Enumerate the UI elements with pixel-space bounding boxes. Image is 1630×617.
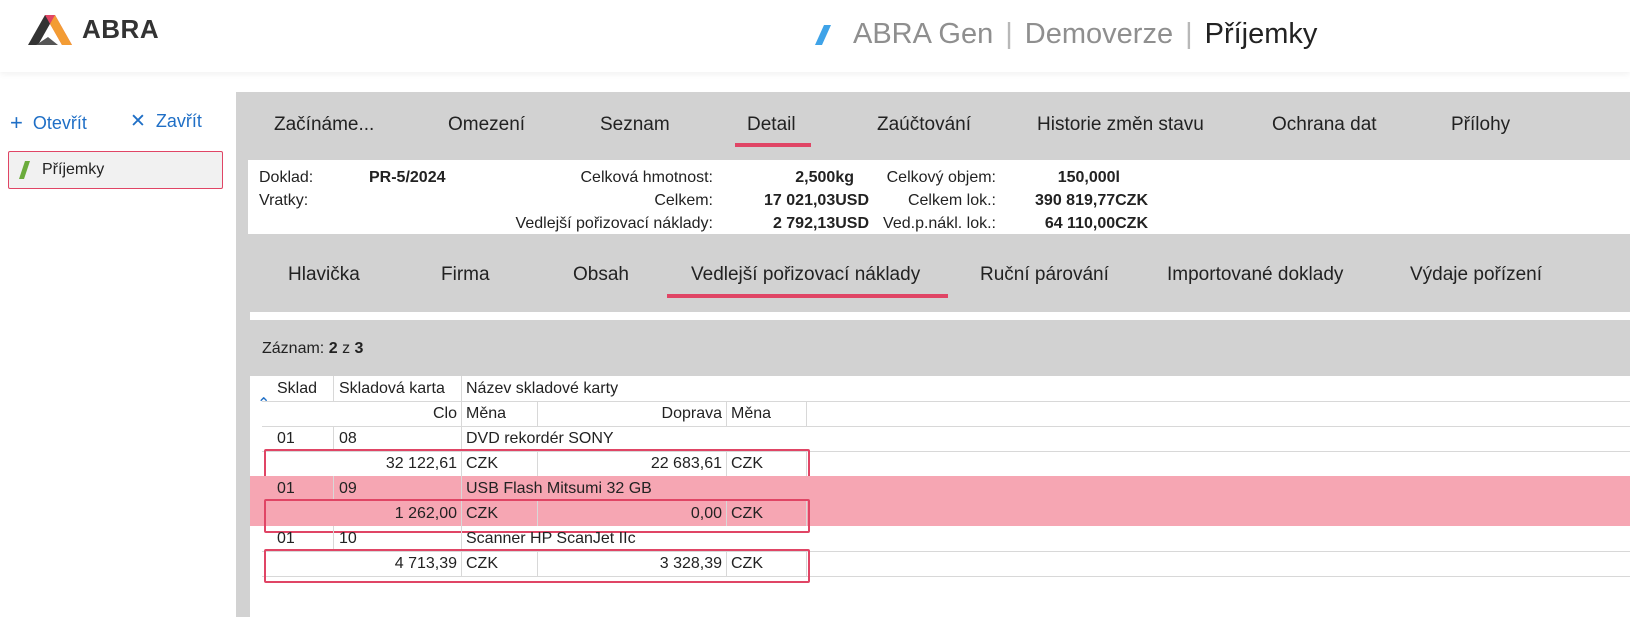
title-separator-1: | <box>1005 18 1013 50</box>
abra-logo: ABRA <box>28 14 159 45</box>
celkem-value: 17 021,03USD <box>764 192 869 209</box>
hmotnost-label: Celková hmotnost: <box>580 169 713 186</box>
col-divider <box>333 526 334 551</box>
table-row[interactable]: 01 10 Scanner HP ScanJet IIc <box>250 526 1630 551</box>
app-title: ABRA Gen | Demoverze | Příjemky <box>815 18 1317 51</box>
agenda-tab-prijemky[interactable]: Příjemky <box>8 151 223 189</box>
vpn-label: Vedlejší pořizovací náklady: <box>515 215 713 232</box>
record-total: 3 <box>354 340 364 357</box>
page-title: Příjemky <box>1204 18 1318 50</box>
col-divider <box>333 376 334 401</box>
col-header-nazev[interactable]: Název skladové karty <box>466 376 618 401</box>
col-divider <box>333 426 334 451</box>
tab-historie[interactable]: Historie změn stavu <box>1037 114 1204 136</box>
sub-tabs: Hlavička Firma Obsah Vedlejší pořizovací… <box>236 234 1630 312</box>
brand-slash-icon <box>815 24 831 45</box>
close-button[interactable]: ✕ Zavřít <box>130 110 202 133</box>
cell-nazev: DVD rekordér SONY <box>466 430 614 447</box>
vpn-lok-value: 64 110,00CZK <box>1044 215 1148 232</box>
logo-text: ABRA <box>82 14 160 44</box>
cell-nazev: USB Flash Mitsumi 32 GB <box>466 480 652 497</box>
col-divider <box>461 426 462 451</box>
col-divider <box>806 401 807 426</box>
cell-karta: 10 <box>339 530 357 547</box>
col-header-doprava[interactable]: Doprava <box>540 401 722 426</box>
vpn-lok-label: Ved.p.nákl. lok.: <box>883 215 996 232</box>
cell-karta: 09 <box>339 480 357 497</box>
col-divider <box>333 476 334 501</box>
record-of: z <box>342 340 351 357</box>
col-divider <box>461 526 462 551</box>
record-bar: Záznam: 2 z 3 <box>250 320 1630 376</box>
tab-seznam[interactable]: Seznam <box>600 114 670 136</box>
table-row-selected[interactable]: 01 09 USB Flash Mitsumi 32 GB <box>250 476 1630 501</box>
title-separator-2: | <box>1185 18 1193 50</box>
doklad-label: Doklad: <box>259 169 314 186</box>
tab-detail[interactable]: Detail <box>747 114 796 136</box>
active-subtab-indicator <box>667 294 948 298</box>
vratky-label: Vratky: <box>259 192 309 209</box>
col-header-skladova-karta[interactable]: Skladová karta <box>339 376 445 401</box>
col-divider <box>461 376 462 401</box>
left-panel: + Otevřít ✕ Zavřít Příjemky <box>0 92 236 617</box>
tab-ochrana-dat[interactable]: Ochrana dat <box>1272 114 1377 136</box>
objem-label: Celkový objem: <box>886 169 996 186</box>
tab-vedlejsi-porizovaci-naklady[interactable]: Vedlejší pořizovací náklady <box>691 264 920 286</box>
celkem-label: Celkem: <box>654 192 713 209</box>
col-divider <box>726 401 727 426</box>
cell-sklad: 01 <box>277 430 295 447</box>
objem-value: 150,000l <box>1057 169 1120 186</box>
tab-prilohy[interactable]: Přílohy <box>1451 114 1510 136</box>
edition-name: Demoverze <box>1024 18 1174 50</box>
main-area: Začínáme... Omezení Seznam Detail Zaúčto… <box>236 92 1630 617</box>
grid-header-row-2: Clo Měna Doprava Měna <box>250 401 1630 426</box>
tab-obsah[interactable]: Obsah <box>573 264 629 286</box>
col-header-mena-1[interactable]: Měna <box>466 401 506 426</box>
open-button[interactable]: + Otevřít <box>10 110 87 136</box>
tab-omezeni[interactable]: Omezení <box>448 114 525 136</box>
cell-sklad: 01 <box>277 530 295 547</box>
agenda-stripe-icon <box>19 161 30 179</box>
close-icon: ✕ <box>130 111 146 132</box>
tab-rucni-parovani[interactable]: Ruční párování <box>980 264 1109 286</box>
col-header-mena-2[interactable]: Měna <box>731 401 771 426</box>
celkem-lok-value: 390 819,77CZK <box>1035 192 1148 209</box>
table-row[interactable]: 01 08 DVD rekordér SONY <box>250 426 1630 451</box>
main-tabs: Začínáme... Omezení Seznam Detail Zaúčto… <box>236 92 1630 160</box>
highlight-box <box>264 549 810 583</box>
tab-zaciname[interactable]: Začínáme... <box>274 114 374 136</box>
tab-firma[interactable]: Firma <box>441 264 490 286</box>
hmotnost-value: 2,500kg <box>795 169 854 186</box>
col-header-clo[interactable]: Clo <box>262 401 457 426</box>
record-label: Záznam: <box>262 340 325 357</box>
open-label: Otevřít <box>32 112 87 133</box>
abra-logo-icon <box>28 14 72 45</box>
vpn-value: 2 792,13USD <box>772 215 869 232</box>
cell-sklad: 01 <box>277 480 295 497</box>
grid-panel: Záznam: 2 z 3 ⌃ Sklad Skladová karta Náz… <box>250 312 1630 617</box>
record-indicator: Záznam: 2 z 3 <box>262 340 363 358</box>
doklad-value: PR-5/2024 <box>369 169 446 186</box>
record-current: 2 <box>328 340 338 357</box>
agenda-tab-label: Příjemky <box>42 161 105 178</box>
grid-header-row-1: Sklad Skladová karta Název skladové kart… <box>250 376 1630 401</box>
col-divider <box>461 476 462 501</box>
tab-importovane-doklady[interactable]: Importované doklady <box>1167 264 1343 286</box>
celkem-lok-label: Celkem lok.: <box>907 192 996 209</box>
tab-zauctovani[interactable]: Zaúčtování <box>877 114 971 136</box>
plus-icon: + <box>10 110 23 135</box>
tab-hlavicka[interactable]: Hlavička <box>288 264 360 286</box>
cell-karta: 08 <box>339 430 357 447</box>
col-divider <box>461 401 462 426</box>
close-label: Zavřít <box>155 111 202 131</box>
cell-nazev: Scanner HP ScanJet IIc <box>466 530 636 547</box>
active-tab-indicator <box>735 143 811 147</box>
col-divider <box>537 401 538 426</box>
document-summary: Doklad: PR-5/2024 Vratky: Celková hmotno… <box>248 160 1630 234</box>
app-name: ABRA Gen <box>853 18 994 50</box>
tab-vydaje-porizeni[interactable]: Výdaje pořízení <box>1410 264 1542 286</box>
col-header-sklad[interactable]: Sklad <box>277 376 317 401</box>
top-bar: ABRA ABRA Gen | Demoverze | Příjemky <box>0 0 1630 72</box>
